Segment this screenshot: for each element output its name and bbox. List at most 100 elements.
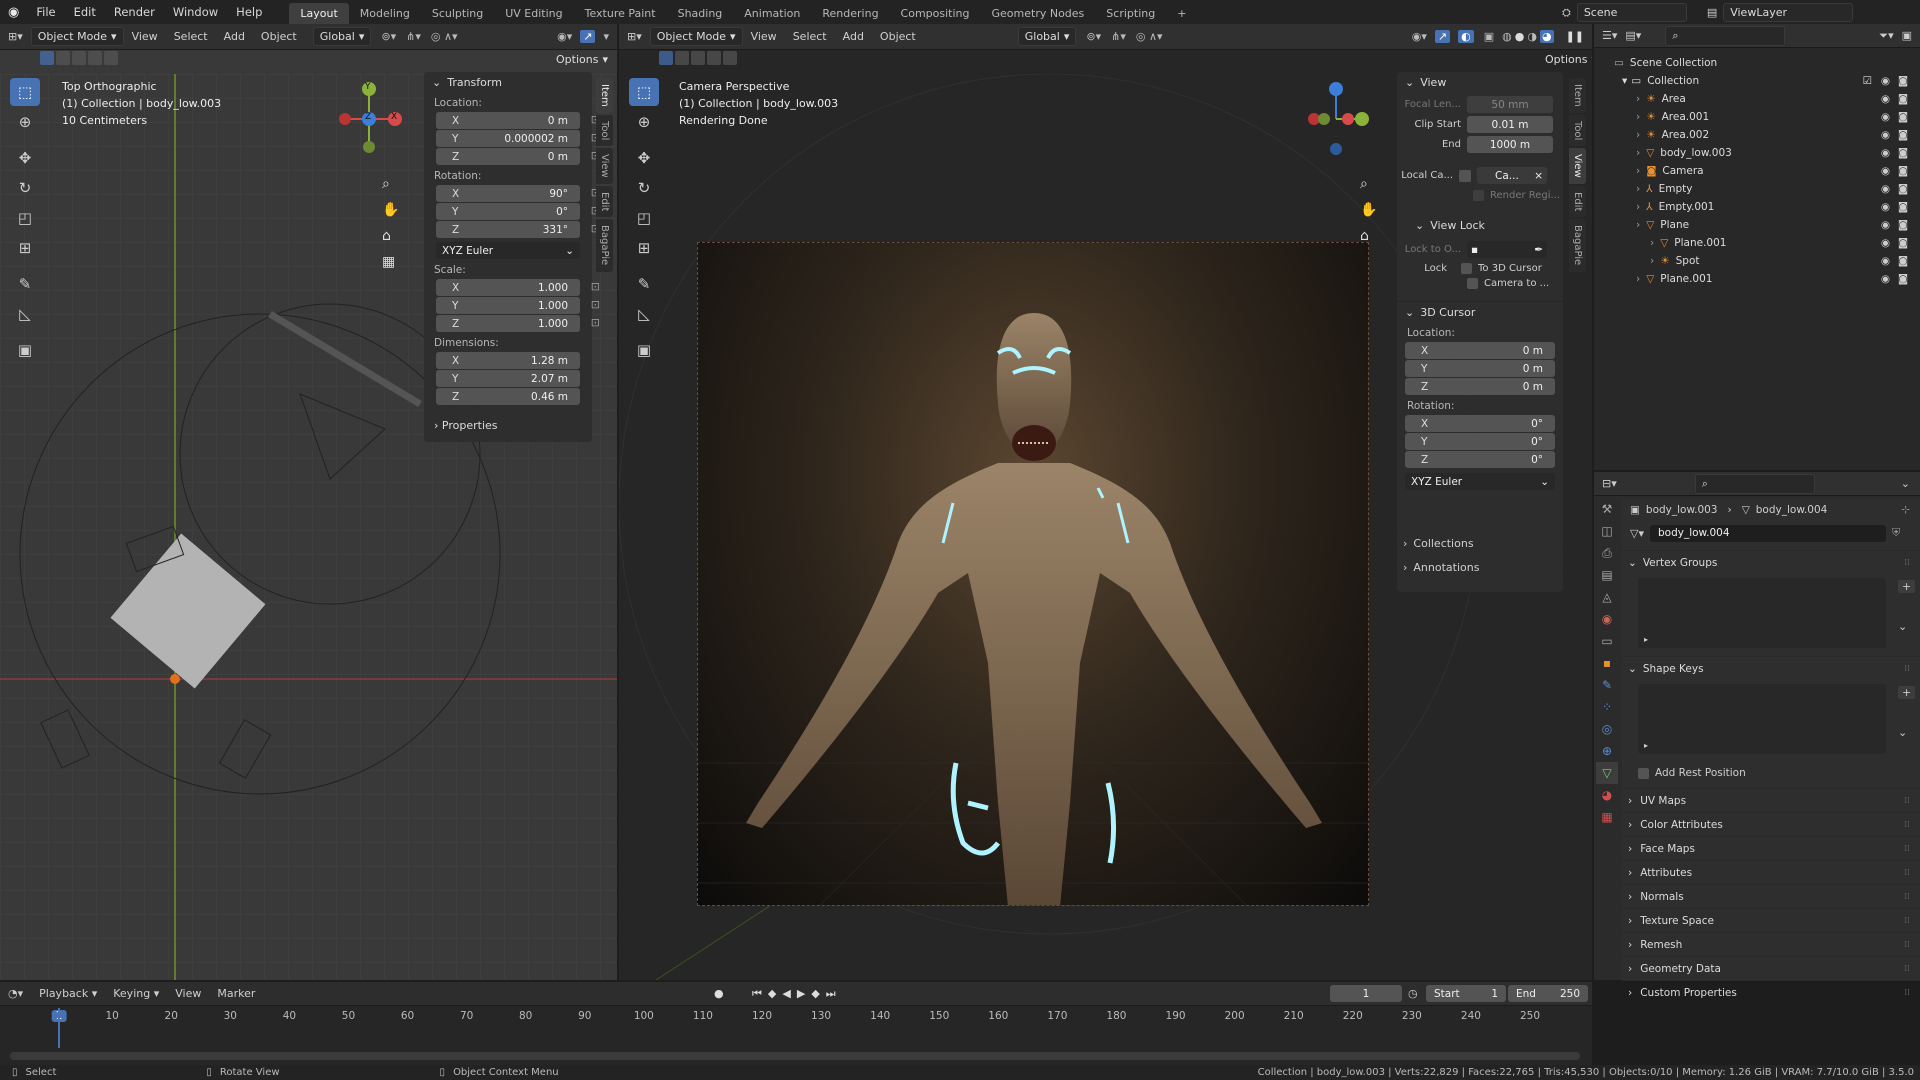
navigation-gizmo[interactable]: Y Z X: [335, 79, 415, 159]
eyedropper-icon[interactable]: ✒: [1534, 244, 1547, 256]
render-camera-icon[interactable]: ◙: [1898, 183, 1908, 195]
play-icon[interactable]: ▶: [797, 987, 811, 1000]
chevron-right-icon[interactable]: ›: [1636, 219, 1640, 231]
cursor-location-y-field[interactable]: Y 0 m: [1405, 360, 1555, 377]
pan-hand-icon[interactable]: ✋: [1360, 202, 1377, 218]
chevron-right-icon[interactable]: ›: [1636, 183, 1640, 195]
dimensions-z-field[interactable]: Z 0.46 m: [436, 388, 580, 405]
physics-tab-icon[interactable]: ◎: [1596, 718, 1618, 740]
editor-type-icon[interactable]: ⊟▾: [1594, 477, 1625, 490]
proportional-icon[interactable]: ◎ ∧▾: [1136, 30, 1163, 43]
shading-wireframe-icon[interactable]: ◍: [1502, 30, 1512, 43]
workspace-tab-uv-editing[interactable]: UV Editing: [494, 3, 573, 24]
tab-bagapie[interactable]: BagaPie: [596, 219, 613, 272]
left-viewport[interactable]: ⊞▾ Object Mode ▾ View Select Add Object …: [0, 24, 617, 980]
menu-add[interactable]: Add: [835, 30, 872, 43]
current-frame-field[interactable]: 1: [1330, 985, 1402, 1002]
outliner-row[interactable]: › ☀ Area.002 ◉ ◙: [1594, 126, 1920, 144]
measure-tool-icon[interactable]: ◺: [10, 300, 40, 328]
drag-grip-icon[interactable]: ⁞⁞: [1904, 940, 1910, 950]
location-y-field[interactable]: Y0.000002 m⊡: [436, 130, 600, 147]
collections-subpanel[interactable]: › Collections: [1397, 532, 1563, 554]
tab-item[interactable]: Item: [596, 78, 613, 113]
workspace-tab-compositing[interactable]: Compositing: [890, 3, 981, 24]
add-workspace-button[interactable]: +: [1166, 3, 1197, 24]
cursor-rotation-mode-dropdown[interactable]: XYZ Euler ⌄: [1405, 473, 1555, 490]
ortho-toggle-icon[interactable]: ▦: [382, 254, 399, 270]
workspace-tab-scripting[interactable]: Scripting: [1095, 3, 1166, 24]
menu-edit[interactable]: Edit: [65, 5, 105, 19]
render-camera-icon[interactable]: ◙: [1898, 165, 1908, 177]
xray-icon[interactable]: ▣: [1484, 30, 1494, 43]
workspace-tab-geometry-nodes[interactable]: Geometry Nodes: [981, 3, 1096, 24]
constraints-tab-icon[interactable]: ⊕: [1596, 740, 1618, 762]
editor-type-icon[interactable]: ⊞▾: [0, 30, 31, 43]
select-mode-extend-icon[interactable]: [56, 51, 70, 65]
tab-item[interactable]: Item: [1569, 78, 1586, 113]
properties-section-header[interactable]: › Geometry Data ⁞⁞: [1622, 956, 1920, 980]
render-camera-icon[interactable]: ◙: [1898, 237, 1908, 249]
tab-tool[interactable]: Tool: [1569, 114, 1586, 147]
annotations-subpanel[interactable]: › Annotations: [1397, 556, 1563, 578]
camera-viewport[interactable]: ⊞▾ Object Mode ▾ View Select Add Object …: [619, 24, 1592, 980]
proportional-icon[interactable]: ◎ ∧▾: [431, 30, 458, 43]
end-frame-field[interactable]: End 250: [1508, 985, 1588, 1002]
modifiers-tab-icon[interactable]: ✎: [1596, 674, 1618, 696]
clip-start-field[interactable]: 0.01 m: [1467, 116, 1553, 133]
shading-rendered-icon[interactable]: ◕: [1539, 30, 1554, 43]
rotate-tool-icon[interactable]: ↻: [629, 174, 659, 202]
lock-object-field[interactable]: ▪ ✒: [1467, 241, 1547, 258]
cursor-tool-icon[interactable]: ⊕: [629, 108, 659, 136]
pause-render-icon[interactable]: ❚❚: [1566, 30, 1584, 43]
eye-icon[interactable]: ◉: [1881, 147, 1890, 159]
object-tab-icon[interactable]: ▪: [1596, 652, 1618, 674]
expand-icon[interactable]: ▸: [1644, 635, 1648, 644]
eye-icon[interactable]: ◉: [1881, 237, 1890, 249]
drag-grip-icon[interactable]: ⁞⁞: [1904, 558, 1910, 568]
dimensions-y-field[interactable]: Y 2.07 m: [436, 370, 580, 387]
scene-collection-row[interactable]: ▭ Scene Collection: [1594, 54, 1920, 72]
menu-view[interactable]: View: [743, 30, 785, 43]
add-cube-tool-icon[interactable]: ▣: [10, 336, 40, 364]
snap-icon[interactable]: ⋔▾: [406, 30, 421, 43]
eye-icon[interactable]: ◉: [1881, 183, 1890, 195]
add-shape-key-button[interactable]: +: [1898, 686, 1916, 699]
outliner-row[interactable]: › ⅄ Empty.001 ◉ ◙: [1594, 198, 1920, 216]
pan-hand-icon[interactable]: ✋: [382, 202, 399, 218]
shape-keys-list[interactable]: ▸: [1638, 684, 1886, 754]
playhead[interactable]: [58, 1008, 60, 1048]
render-camera-icon[interactable]: ◙: [1898, 201, 1908, 213]
marker-menu[interactable]: Marker: [209, 987, 263, 1000]
transform-tool-icon[interactable]: ⊞: [10, 234, 40, 262]
pivot-icon[interactable]: ⊚▾: [381, 30, 396, 43]
playback-menu[interactable]: Playback ▾: [31, 987, 105, 1000]
dimensions-x-field[interactable]: X 1.28 m: [436, 352, 580, 369]
outliner-row[interactable]: › ▽ Plane ◉ ◙: [1594, 216, 1920, 234]
chevron-right-icon[interactable]: ›: [1650, 237, 1654, 249]
tab-edit[interactable]: Edit: [1569, 185, 1586, 218]
world-tab-icon[interactable]: ◉: [1596, 608, 1618, 630]
chevron-right-icon[interactable]: ›: [1636, 273, 1640, 285]
shape-key-menu-icon[interactable]: ⌄: [1898, 726, 1907, 739]
chevron-right-icon[interactable]: ›: [1636, 111, 1640, 123]
tab-view[interactable]: View: [1569, 148, 1586, 184]
chevron-right-icon[interactable]: ›: [1636, 129, 1640, 141]
properties-search-input[interactable]: ⌕: [1694, 473, 1815, 494]
chevron-right-icon[interactable]: ›: [1650, 255, 1654, 267]
vertex-group-menu-icon[interactable]: ⌄: [1898, 620, 1907, 633]
properties-section-header[interactable]: › Normals ⁞⁞: [1622, 884, 1920, 908]
shape-keys-panel-header[interactable]: ⌄ Shape Keys ⁞⁞: [1622, 656, 1920, 680]
zoom-icon[interactable]: ⌕: [382, 176, 399, 192]
axis-gizmo-icon[interactable]: [1304, 79, 1374, 159]
select-mode-intersect-icon[interactable]: [723, 51, 737, 65]
start-frame-field[interactable]: Start 1: [1426, 985, 1506, 1002]
render-camera-icon[interactable]: ◙: [1898, 111, 1908, 123]
render-camera-icon[interactable]: ◙: [1898, 255, 1908, 267]
menu-render[interactable]: Render: [105, 5, 164, 19]
cursor-rotation-y-field[interactable]: Y 0°: [1405, 433, 1555, 450]
drag-grip-icon[interactable]: ⁞⁞: [1904, 664, 1910, 674]
navigation-gizmo[interactable]: [1304, 79, 1374, 162]
outliner-row[interactable]: › ☀ Area.001 ◉ ◙: [1594, 108, 1920, 126]
menu-file[interactable]: File: [27, 5, 64, 19]
select-mode-subtract-icon[interactable]: [691, 51, 705, 65]
